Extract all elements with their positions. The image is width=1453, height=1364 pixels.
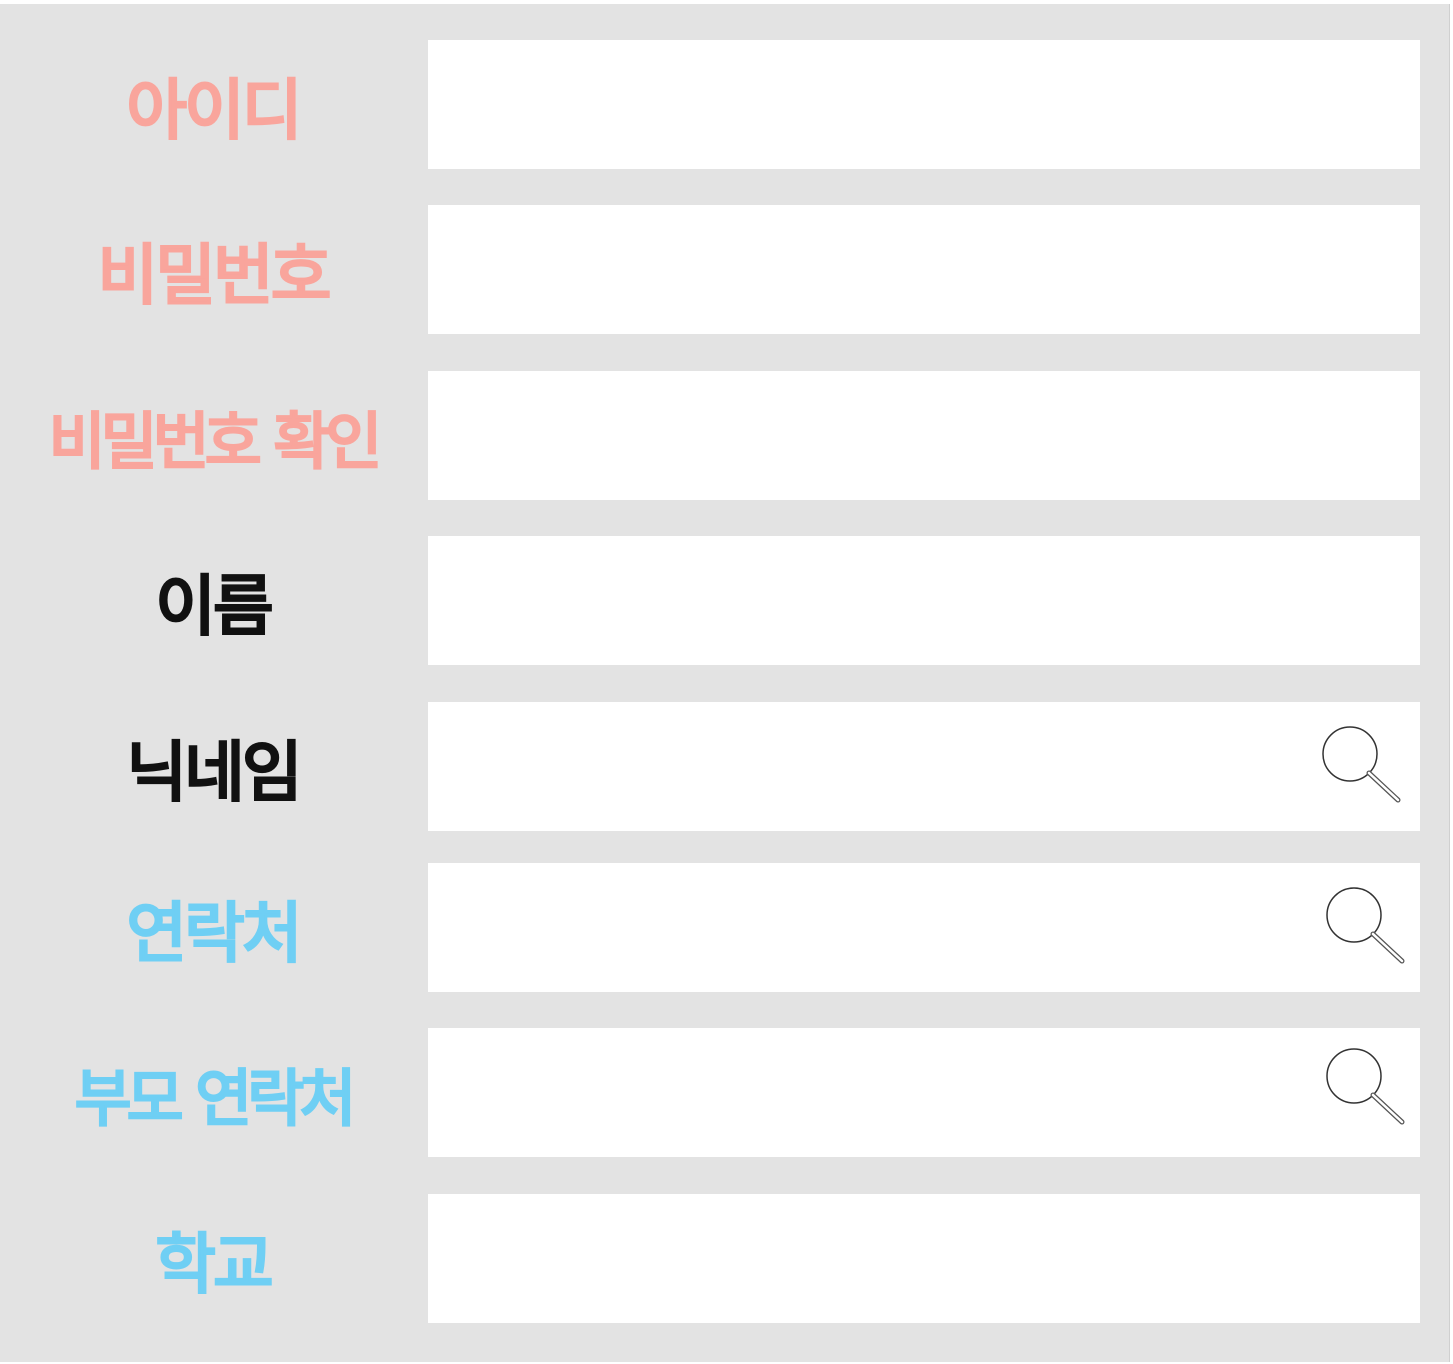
password-confirm-input[interactable]: [428, 371, 1420, 500]
password-input[interactable]: [428, 205, 1420, 334]
form-row-nickname: 닉네임: [0, 702, 1450, 831]
parent-contact-label: 부모 연락처: [74, 1061, 357, 1135]
school-input[interactable]: [428, 1194, 1420, 1323]
form-row-password-confirm: 비밀번호 확인: [0, 371, 1450, 500]
search-icon[interactable]: [1324, 885, 1408, 965]
parent-contact-input[interactable]: [428, 1028, 1420, 1157]
contact-input[interactable]: [428, 863, 1420, 992]
id-input[interactable]: [428, 40, 1420, 169]
name-input[interactable]: [428, 536, 1420, 665]
form-row-school: 학교: [0, 1194, 1450, 1323]
school-label: 학교: [155, 1225, 274, 1303]
password-confirm-label: 비밀번호 확인: [48, 404, 383, 478]
id-label: 아이디: [126, 71, 303, 149]
contact-label: 연락처: [126, 894, 303, 972]
signup-form-panel: 아이디 비밀번호 비밀번호 확인 이름 닉네임 연락처 부모 연락처 학교: [0, 4, 1450, 1362]
nickname-label: 닉네임: [126, 733, 303, 811]
form-row-name: 이름: [0, 536, 1450, 665]
form-row-id: 아이디: [0, 40, 1450, 169]
form-row-password: 비밀번호: [0, 205, 1450, 334]
form-row-contact: 연락처: [0, 863, 1450, 992]
password-label: 비밀번호: [97, 236, 332, 314]
nickname-input[interactable]: [428, 702, 1420, 831]
search-icon[interactable]: [1324, 1046, 1408, 1126]
search-icon[interactable]: [1320, 724, 1404, 804]
form-row-parent-contact: 부모 연락처: [0, 1028, 1450, 1157]
name-label: 이름: [155, 567, 274, 645]
